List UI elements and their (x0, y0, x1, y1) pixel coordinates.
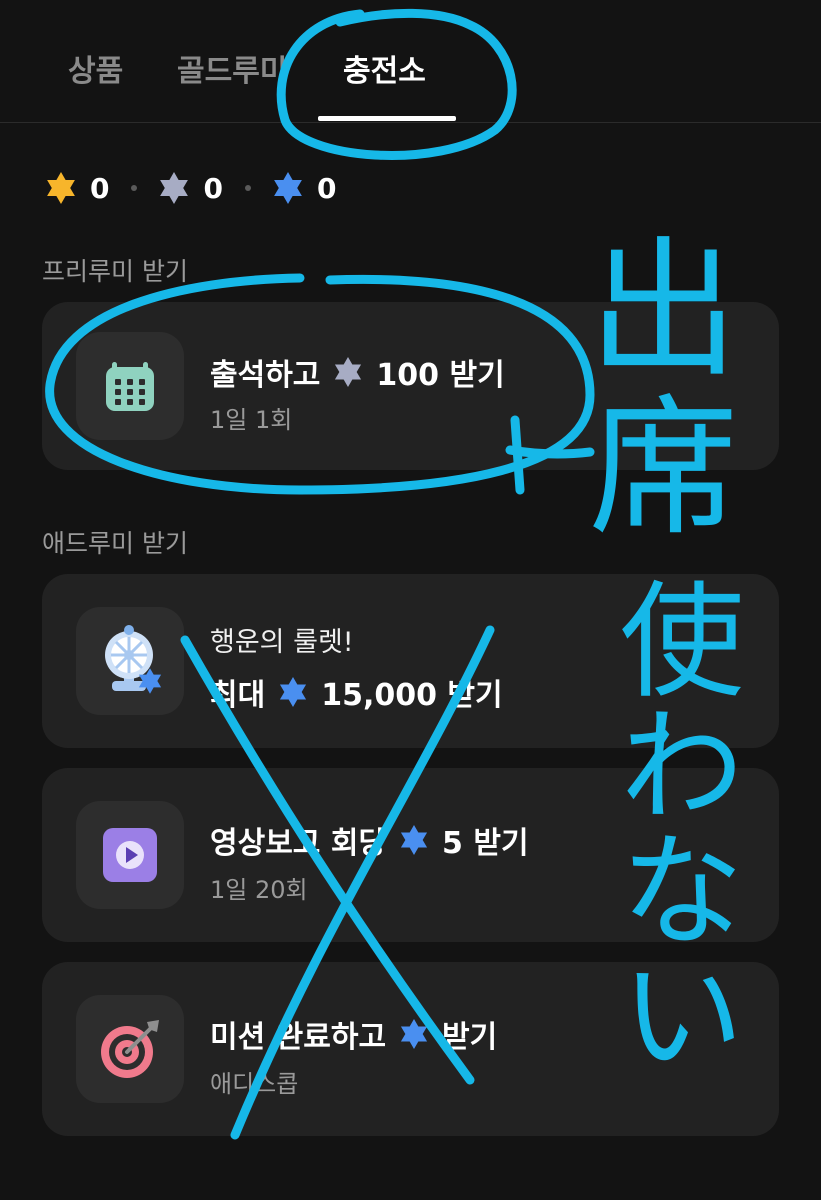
tab-charging-station[interactable]: 충전소 (343, 46, 426, 90)
attendance-title-post: 100 받기 (376, 358, 505, 393)
roulette-icon (105, 625, 162, 694)
silver-balance-value: 0 (203, 171, 223, 205)
mission-title-pre: 미션 완료하고 (210, 1020, 387, 1055)
target-icon (101, 1020, 159, 1078)
silver-star-icon (160, 172, 189, 204)
silver-star-icon (335, 356, 362, 388)
roulette-icon-box (76, 607, 184, 715)
attendance-card[interactable]: 출석하고 100 받기 1일 1회 (42, 302, 779, 470)
play-icon (103, 828, 157, 882)
silver-balance: 0 (157, 171, 223, 205)
attendance-title-pre: 출석하고 (210, 358, 321, 393)
mission-title-post: 받기 (442, 1020, 498, 1055)
gold-balance-value: 0 (90, 171, 110, 205)
gold-balance: 0 (44, 171, 109, 205)
play-icon-box (76, 801, 184, 909)
balance-row: 0 0 0 (44, 168, 336, 208)
blue-star-icon (400, 1018, 428, 1050)
blue-star-icon (400, 824, 428, 856)
roulette-title-pre: 최대 (210, 678, 266, 713)
mission-title: 미션 완료하고 받기 (210, 1012, 497, 1056)
tab-products[interactable]: 상품 (68, 46, 123, 90)
attendance-subtitle: 1일 1회 (210, 406, 293, 434)
video-title-pre: 영상보고 회당 (210, 826, 387, 861)
roulette-pretitle: 행운의 룰렛! (210, 627, 354, 658)
active-tab-indicator (318, 116, 456, 121)
video-card[interactable]: 영상보고 회당 5 받기 1일 20회 (42, 768, 779, 942)
separator-dot (244, 185, 251, 191)
separator-dot (131, 185, 138, 191)
target-icon-box (76, 995, 184, 1103)
video-subtitle: 1일 20회 (210, 876, 308, 904)
roulette-title-post: 15,000 받기 (321, 678, 503, 713)
section-free-label: 프리루미 받기 (42, 257, 188, 286)
mission-subtitle: 애디스콥 (210, 1070, 299, 1098)
attendance-title: 출석하고 100 받기 (210, 350, 505, 394)
calendar-icon (106, 362, 154, 411)
gold-star-icon (47, 172, 75, 204)
calendar-icon-box (76, 332, 184, 440)
video-title: 영상보고 회당 5 받기 (210, 818, 529, 862)
tab-bar: 상품 골드루미 충전소 (0, 0, 821, 123)
tab-goldrumi[interactable]: 골드루미 (177, 46, 287, 90)
video-title-post: 5 받기 (442, 826, 529, 861)
blue-balance: 0 (271, 171, 336, 205)
roulette-title: 최대 15,000 받기 (210, 670, 503, 714)
blue-balance-value: 0 (316, 171, 337, 205)
blue-star-icon (274, 172, 302, 204)
blue-star-icon (280, 676, 307, 708)
roulette-card[interactable]: 행운의 룰렛! 최대 15,000 받기 (42, 574, 779, 748)
section-ad-label: 애드루미 받기 (42, 529, 188, 558)
mission-card[interactable]: 미션 완료하고 받기 애디스콥 (42, 962, 779, 1136)
